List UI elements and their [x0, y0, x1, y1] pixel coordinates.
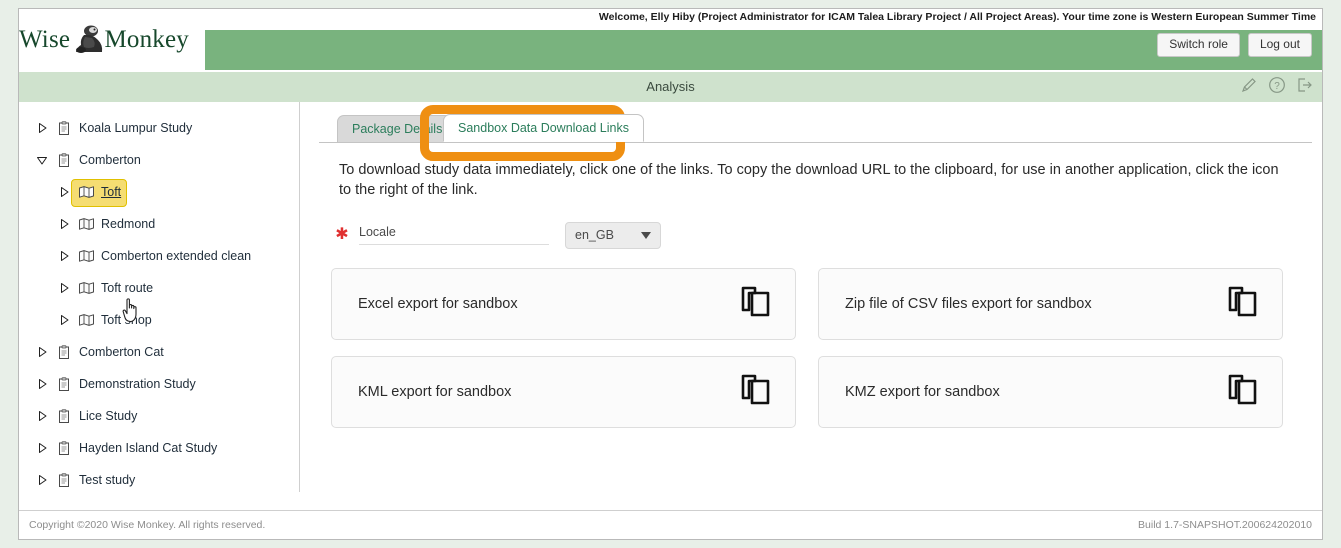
chevron-right-icon[interactable] [35, 409, 49, 423]
brand-name-first: Wise [19, 26, 71, 53]
chevron-right-icon[interactable] [35, 377, 49, 391]
header-actions: Switch role Log out [1157, 33, 1312, 58]
tree-item-label: Toft [101, 184, 122, 199]
locale-field-row: ✱ Locale en_GB [331, 218, 1312, 252]
required-asterisk-icon: ✱ [335, 226, 349, 244]
copy-icon[interactable] [1228, 374, 1258, 411]
tree-item-test-study[interactable]: Test study [19, 464, 299, 496]
page-footer: Copyright ©2020 Wise Monkey. All rights … [19, 510, 1322, 539]
chevron-right-icon[interactable] [57, 281, 71, 295]
tree-item-toft[interactable]: Toft [19, 176, 299, 208]
study-clipboard-icon [55, 408, 73, 424]
chevron-right-icon[interactable] [57, 185, 71, 199]
tree-item-label: Comberton [79, 152, 141, 167]
edit-pencil-icon[interactable] [1240, 76, 1258, 99]
tree-item-label: Toft route [101, 280, 154, 295]
tree-item-comberton-cat[interactable]: Comberton Cat [19, 336, 299, 368]
study-clipboard-icon [55, 120, 73, 136]
page-title: Analysis [646, 79, 695, 94]
download-card-zip-file-of-csv-files-export-for-sandbox[interactable]: Zip file of CSV files export for sandbox [818, 268, 1283, 341]
tab-bar: Package Details Sandbox Data Download Li… [319, 105, 1312, 161]
tab-package-details[interactable]: Package Details [337, 115, 458, 142]
switch-role-button[interactable]: Switch role [1157, 33, 1240, 58]
page-title-bar: Analysis ? [19, 71, 1322, 102]
download-link-label[interactable]: KMZ export for sandbox [845, 384, 1000, 400]
brand-name-second: Monkey [104, 26, 189, 53]
tree-item-label: Comberton extended clean [101, 248, 252, 263]
download-card-kmz-export-for-sandbox[interactable]: KMZ export for sandbox [818, 356, 1283, 429]
tree-item-koala-lumpur-study[interactable]: Koala Lumpur Study [19, 112, 299, 144]
page-frame: Wise Monkey Welcome, Elly Hiby (Project … [18, 8, 1323, 540]
study-clipboard-icon [55, 472, 73, 488]
download-card-kml-export-for-sandbox[interactable]: KML export for sandbox [331, 356, 796, 429]
help-question-icon[interactable]: ? [1268, 76, 1286, 99]
header-green-bar [205, 30, 1322, 70]
chevron-down-icon[interactable] [35, 153, 49, 167]
map-package-icon [77, 280, 95, 296]
log-out-button[interactable]: Log out [1247, 33, 1312, 58]
application-window: Wise Monkey Welcome, Elly Hiby (Project … [0, 0, 1341, 548]
tree-item-label: Demonstration Study [79, 376, 196, 391]
map-package-icon [77, 216, 95, 232]
main-content: Package Details Sandbox Data Download Li… [319, 102, 1312, 506]
tree-item-comberton[interactable]: Comberton [19, 144, 299, 176]
study-clipboard-icon [55, 440, 73, 456]
download-link-label[interactable]: Zip file of CSV files export for sandbox [845, 296, 1092, 312]
study-clipboard-icon [55, 152, 73, 168]
page-body: Koala Lumpur Study Comberton Toft Redmond Co… [19, 102, 1322, 506]
chevron-right-icon[interactable] [57, 249, 71, 263]
svg-text:?: ? [1274, 81, 1280, 92]
study-clipboard-icon [55, 376, 73, 392]
download-links-grid: Excel export for sandbox Zip file of CSV … [331, 268, 1306, 429]
chevron-right-icon[interactable] [57, 313, 71, 327]
tree-item-label: Lice Study [79, 408, 138, 423]
copy-icon[interactable] [741, 286, 771, 323]
brand-logo[interactable]: Wise Monkey [19, 15, 189, 65]
locale-selected-value: en_GB [575, 228, 614, 243]
tab-sandbox-data-download-links[interactable]: Sandbox Data Download Links [443, 114, 644, 142]
instructions-text: To download study data immediately, clic… [339, 162, 1279, 198]
tree-item-label: Comberton Cat [79, 344, 164, 359]
copy-icon[interactable] [1228, 286, 1258, 323]
tree-item-demonstration-study[interactable]: Demonstration Study [19, 368, 299, 400]
chevron-down-icon [641, 231, 651, 239]
title-bar-icons: ? [1240, 76, 1314, 99]
map-package-icon [77, 312, 95, 328]
map-package-icon [77, 248, 95, 264]
download-card-excel-export-for-sandbox[interactable]: Excel export for sandbox [331, 268, 796, 341]
chevron-right-icon[interactable] [35, 121, 49, 135]
tree-item-toft-shop[interactable]: Toft shop [19, 304, 299, 336]
app-header: Wise Monkey Welcome, Elly Hiby (Project … [19, 9, 1322, 71]
chevron-right-icon[interactable] [35, 345, 49, 359]
tree-item-comberton-extended-clean[interactable]: Comberton extended clean [19, 240, 299, 272]
study-tree-sidebar: Koala Lumpur Study Comberton Toft Redmond Co… [19, 102, 300, 492]
monkey-logo-icon [72, 23, 103, 57]
tree-item-hayden-island-cat-study[interactable]: Hayden Island Cat Study [19, 432, 299, 464]
tree-item-label: Hayden Island Cat Study [79, 440, 218, 455]
chevron-right-icon[interactable] [35, 473, 49, 487]
tree-item-label: Test study [79, 472, 136, 487]
build-version-text: Build 1.7-SNAPSHOT.200624202010 [1138, 519, 1312, 531]
chevron-right-icon[interactable] [57, 217, 71, 231]
tree-item-toft-route[interactable]: Toft route [19, 272, 299, 304]
welcome-message: Welcome, Elly Hiby (Project Administrato… [598, 11, 1316, 23]
chevron-right-icon[interactable] [35, 441, 49, 455]
locale-select[interactable]: en_GB [565, 221, 661, 249]
locale-label: Locale [359, 225, 549, 246]
map-package-icon [77, 184, 95, 200]
tree-item-redmond[interactable]: Redmond [19, 208, 299, 240]
download-link-label[interactable]: Excel export for sandbox [358, 296, 518, 312]
download-link-label[interactable]: KML export for sandbox [358, 384, 511, 400]
tree-item-label: Koala Lumpur Study [79, 120, 193, 135]
exit-arrow-icon[interactable] [1296, 76, 1314, 99]
tree-item-label: Toft shop [101, 312, 152, 327]
copy-icon[interactable] [741, 374, 771, 411]
study-clipboard-icon [55, 344, 73, 360]
copyright-text: Copyright ©2020 Wise Monkey. All rights … [29, 519, 266, 531]
study-tree: Koala Lumpur Study Comberton Toft Redmond Co… [19, 112, 299, 496]
tree-item-lice-study[interactable]: Lice Study [19, 400, 299, 432]
tree-item-label: Redmond [101, 216, 156, 231]
